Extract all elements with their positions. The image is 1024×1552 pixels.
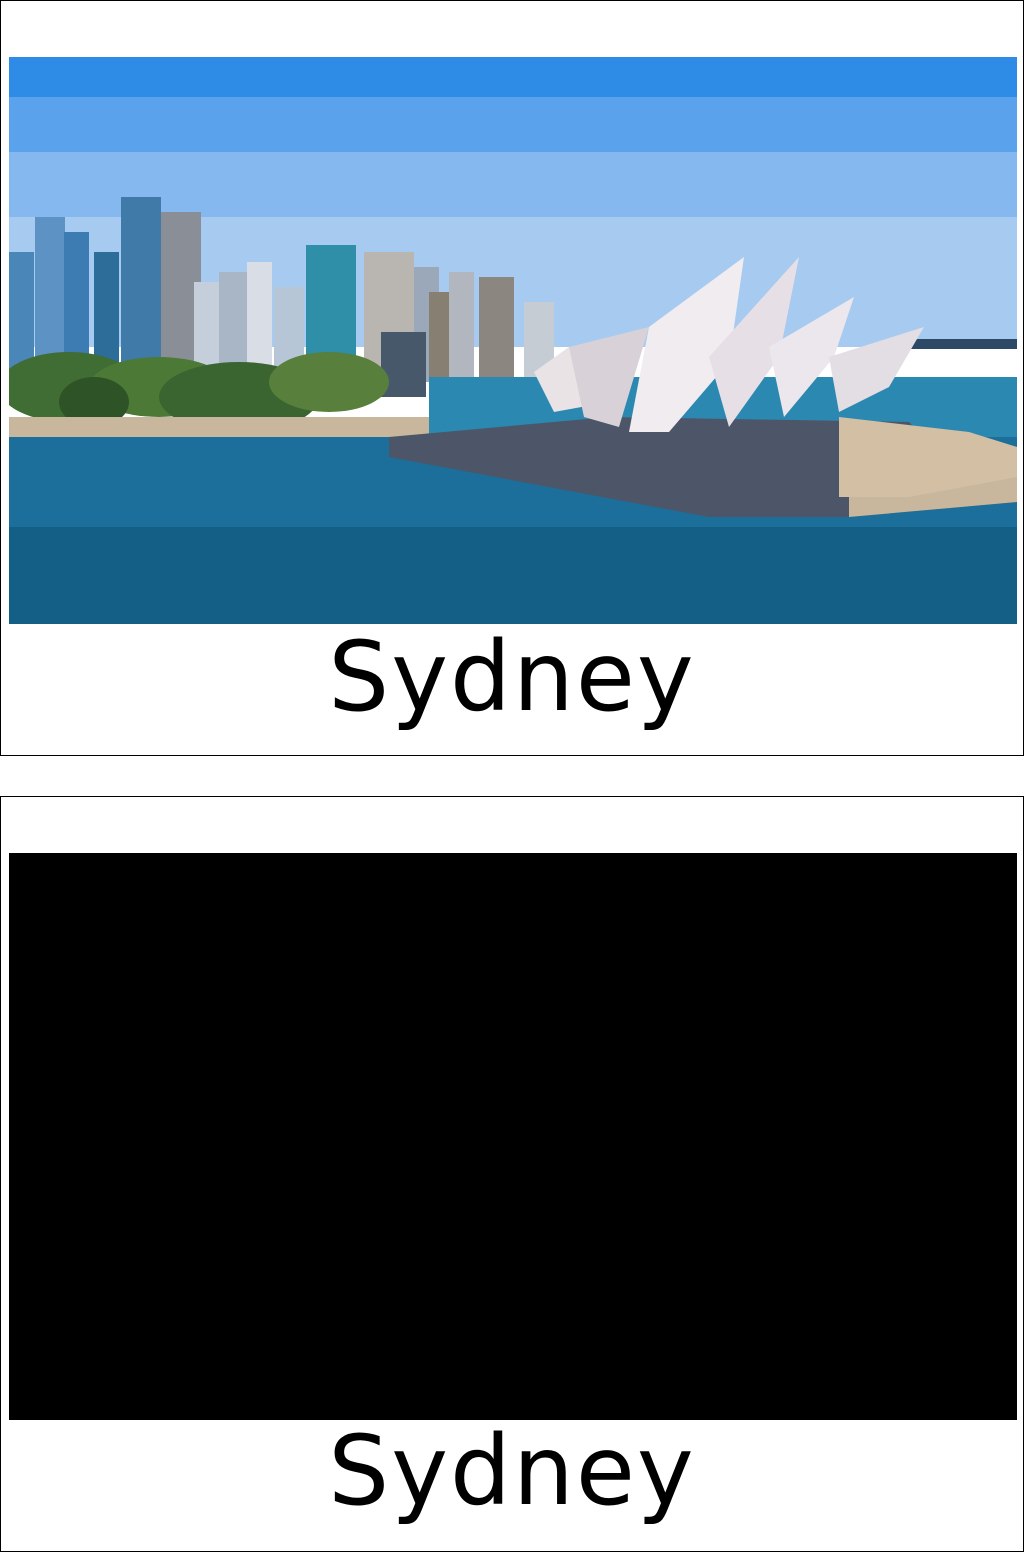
photo-card-sydney: Sydney	[0, 0, 1024, 756]
photo-card-sydney-placeholder: Sydney	[0, 796, 1024, 1552]
sydney-harbour-illustration	[9, 57, 1017, 624]
sydney-harbour-photo	[9, 57, 1017, 624]
black-image-placeholder	[9, 853, 1017, 1420]
card-caption: Sydney	[328, 621, 696, 733]
card-caption: Sydney	[328, 1415, 696, 1527]
